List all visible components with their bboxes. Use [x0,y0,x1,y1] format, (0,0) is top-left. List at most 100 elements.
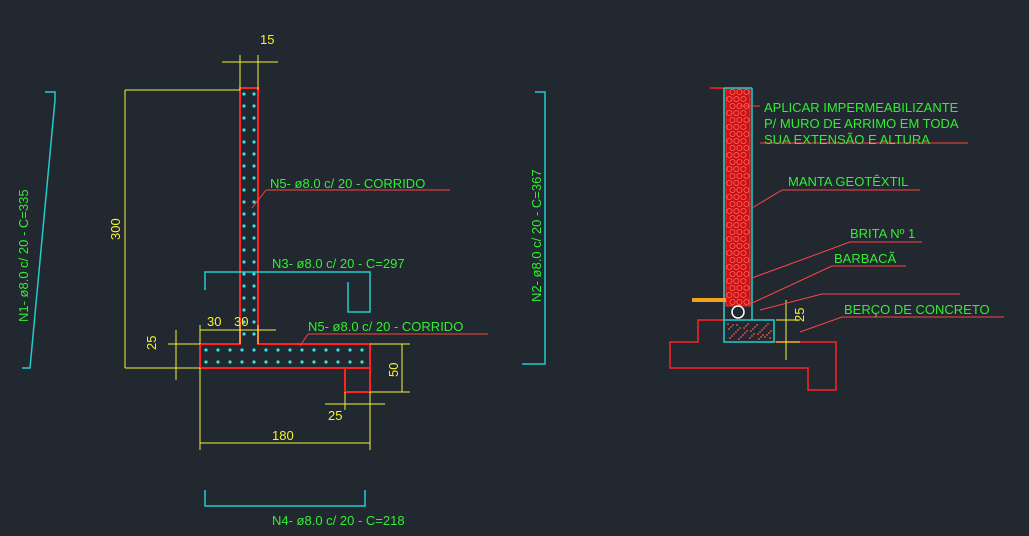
rebar-dot [252,348,256,352]
rebar-dot [739,327,741,329]
rebar-dot [348,360,352,364]
rebar-n4-bracket [204,490,366,507]
rebar-dot [730,326,732,328]
label-barbaca: BARBACÃ [834,251,896,266]
stem-rebar-dots [242,92,256,336]
rebar-dot [252,260,256,264]
rebar-dot [252,212,256,216]
dim-base-text: 180 [272,428,294,443]
dim-toe-text: 25 [328,408,342,423]
dim-30-left-text: 30 [207,314,221,329]
rebar-dot [752,328,754,330]
rebar-dot [264,348,268,352]
rebar-dot [764,336,766,338]
rebar-dot [252,236,256,240]
rebar-dot [288,360,292,364]
rebar-dot [264,360,268,364]
label-manta: MANTA GEOTÊXTIL [788,174,908,189]
rebar-dot [754,326,756,328]
rebar-dot [252,248,256,252]
rebar-dot [242,332,246,336]
rebar-dot [242,236,246,240]
cad-drawing-canvas: 15 300 25 30 30 50 25 180 N5- ø8.0 c/ 20… [16,32,1004,528]
rebar-dot [240,348,244,352]
rebar-dot [242,272,246,276]
rebar-dot [276,360,280,364]
rebar-dot [747,323,749,325]
rebar-dot [252,128,256,132]
rebar-dot [745,325,747,327]
rebar-dot [738,338,740,340]
rebar-dot [252,92,256,96]
rebar-dot [242,284,246,288]
rebar-dot [751,335,753,337]
rebar-dot [242,248,246,252]
rebar-dot [760,336,762,338]
rebar-dot [252,320,256,324]
rebar-dot [204,348,208,352]
rebar-dot [360,360,364,364]
rebar-dot [242,224,246,228]
rebar-dot [768,332,770,334]
rebar-dot [252,272,256,276]
rebar-dot [758,338,760,340]
rebar-dot [750,330,752,332]
rebar-dot [242,188,246,192]
dim-height-text: 300 [108,218,123,240]
rebar-dot [767,323,769,325]
label-berco: BERÇO DE CONCRETO [844,302,990,317]
rebar-dot [300,360,304,364]
label-n5-wall: N5- ø8.0 c/ 20 - CORRIDO [270,176,425,191]
rebar-dot [732,324,734,326]
rebar-dot [743,327,745,329]
rebar-dot [360,348,364,352]
rebar-dot [242,104,246,108]
rebar-dot [252,296,256,300]
rebar-dot [759,331,761,333]
rebar-dot [252,188,256,192]
rebar-dot [288,348,292,352]
rebar-dot [242,176,246,180]
detail-dim-text: 25 [792,308,807,322]
label-n3: N3- ø8.0 c/ 20 - C=297 [272,256,405,271]
rebar-dot [242,140,246,144]
rebar-dot [324,348,328,352]
rebar-dot [765,325,767,327]
rebar-dot [204,360,208,364]
rebar-dot [252,360,256,364]
rebar-dot [312,360,316,364]
label-n5-base: N5- ø8.0 c/ 20 - CORRIDO [308,319,463,334]
rebar-dot [252,332,256,336]
rebar-dot [216,360,220,364]
rebar-dot [729,337,731,339]
rebar-dot [252,176,256,180]
rebar-dot [742,334,744,336]
label-n4: N4- ø8.0 c/ 20 - C=218 [272,513,405,528]
rebar-dot [728,328,730,330]
footing-step [344,368,371,393]
rebar-dot [761,329,763,331]
rebar-dot [744,332,746,334]
barbaca-pipe [731,305,745,319]
rebar-dot [756,324,758,326]
rebar-dot [242,128,246,132]
label-n2: N2- ø8.0 c/ 20 - C=367 [529,169,544,302]
wall-section: 15 300 25 30 30 50 25 180 N5- ø8.0 c/ 20… [16,32,546,528]
rebar-dot [769,337,771,339]
rebar-dot [242,152,246,156]
rebar-dot [228,360,232,364]
dim-top-text: 15 [260,32,274,47]
rebar-dot [733,333,735,335]
rebar-dot [242,212,246,216]
rebar-dot [242,200,246,204]
rebar-dot [348,348,352,352]
rebar-dot [336,348,340,352]
note-line2: P/ MURO DE ARRIMO EM TODA [764,116,959,131]
rebar-dot [252,152,256,156]
rebar-dot [336,360,340,364]
rebar-dot [735,331,737,333]
rebar-dot [766,334,768,336]
rebar-dot [242,92,246,96]
rebar-dot [242,308,246,312]
rebar-dot [228,348,232,352]
